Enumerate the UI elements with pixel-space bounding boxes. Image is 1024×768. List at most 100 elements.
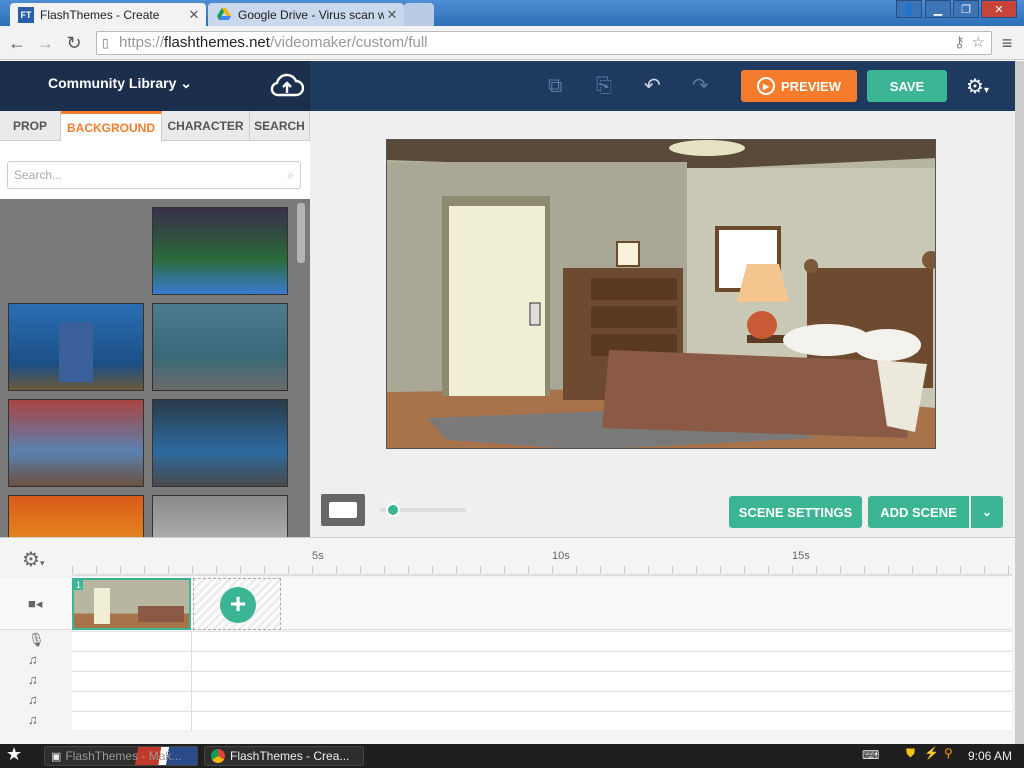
browser-window: FT FlashThemes - Create ✕ Google Drive -… [0,0,1024,768]
taskbar-item-flashthemes-maker[interactable]: ▣ FlashThemes - Mak... [44,746,198,766]
timeline-divider [191,631,192,731]
chevron-down-icon: ⌄ [180,75,192,91]
add-scene-label: ADD SCENE [880,504,957,520]
page-icon: ▯ [102,36,109,50]
restore-button[interactable]: ❐ [953,0,979,18]
network-icon[interactable]: ⚡ [924,746,939,760]
reload-icon[interactable]: ↻ [63,32,85,54]
close-tab-icon[interactable]: ✕ [186,7,202,23]
search-placeholder: Search... [14,168,63,182]
ruler-tick-label: 15s [792,550,810,562]
redo-icon[interactable]: ↷ [692,73,709,98]
scene-thumbnail[interactable]: 1 [72,578,191,630]
music-note-icon: ♫ [28,652,38,667]
search-input[interactable]: Search... ⌕ [7,161,301,189]
add-scene-slot[interactable]: + [193,578,281,630]
key-icon[interactable]: ⚷ [954,32,965,54]
url-path: /videomaker/custom/full [269,34,428,51]
copy-icon[interactable]: ⧉ [548,75,562,98]
scene-canvas[interactable] [386,139,936,449]
tab-google-drive[interactable]: Google Drive - Virus scan wa ✕ [208,3,404,26]
library-label: Community Library [48,75,177,91]
music-note-icon: ♫ [28,712,38,727]
flashthemes-favicon-icon: FT [18,6,34,23]
background-thumbnail[interactable] [152,207,288,295]
chevron-down-icon: ⌄ [981,505,993,519]
navigation-bar: ← → ↻ ▯ https://flashthemes.net/videomak… [0,26,1024,60]
address-bar[interactable]: ▯ https://flashthemes.net/videomaker/cus… [96,31,992,55]
settings-gear-icon[interactable]: ⚙▾ [966,74,989,99]
user-icon[interactable]: 👤 [896,0,922,18]
music-note-icon: ♫ [28,672,38,687]
url-scheme: https:// [119,34,165,51]
play-circle-icon: ▶ [757,77,776,95]
window-edge [1015,61,1024,744]
start-star-icon[interactable]: ★ [6,744,22,765]
voice-track[interactable] [72,631,1012,650]
background-thumbnail[interactable] [8,495,144,537]
zoom-slider-handle[interactable] [386,503,400,517]
zoom-slider[interactable] [380,503,466,517]
tab-title: Google Drive - Virus scan wa [238,7,384,22]
preview-label: PREVIEW [781,78,841,94]
background-thumbnail[interactable] [8,399,144,487]
clock[interactable]: 9:06 AM [968,749,1012,763]
background-thumbnail[interactable] [152,303,288,391]
tab-flashthemes-create[interactable]: FT FlashThemes - Create ✕ [10,3,206,26]
swatch-inner [329,502,357,518]
chrome-icon [211,749,225,763]
add-scene-dropdown[interactable]: ⌄ [971,496,1003,528]
add-scene-button[interactable]: ADD SCENE [868,496,969,528]
save-button[interactable]: SAVE [867,70,947,102]
scene-color-swatch[interactable] [321,494,365,526]
url-host: flashthemes.net [164,34,270,51]
menu-icon[interactable]: ≡ [996,32,1018,54]
library-dropdown[interactable]: Community Library ⌄ [48,75,192,92]
music-note-icon: ♫ [28,692,38,707]
undo-icon[interactable]: ↶ [644,73,661,98]
background-thumbnail[interactable] [152,495,288,537]
back-icon[interactable]: ← [6,32,28,54]
search-tray-icon[interactable]: ⚲ [944,746,953,760]
music-track[interactable] [72,711,1012,730]
asset-panel: PROP BACKGROUND CHARACTER SEARCH Search.… [0,111,310,537]
timeline: ⚙▾ 5s 10s 15s ■◂ 1 + 🎙 ♫ ♫ ♫ ♫ [0,537,1015,744]
background-thumbnail[interactable] [8,303,144,391]
library-header: Community Library ⌄ [0,61,310,111]
tiki-house-shape [59,322,93,382]
tab-title: FlashThemes - Create [40,7,160,22]
bed-shape [138,606,184,622]
scene-number: 1 [74,580,84,590]
close-window-button[interactable]: ✕ [981,0,1017,18]
taskbar: ★ ▣ FlashThemes - Mak... FlashThemes - C… [0,744,1024,768]
timeline-settings-gear-icon[interactable]: ⚙▾ [22,547,44,572]
door-shape [94,588,110,624]
music-track[interactable] [72,671,1012,690]
background-thumbnail[interactable] [152,399,288,487]
music-track[interactable] [72,691,1012,710]
scene-settings-button[interactable]: SCENE SETTINGS [729,496,862,528]
shield-icon[interactable]: ⛊ [906,746,915,761]
new-tab-button[interactable] [404,3,434,26]
tab-prop[interactable]: PROP [0,111,61,141]
taskbar-item-label: FlashThemes - Mak... [65,749,182,763]
scrollbar[interactable] [297,203,305,263]
tab-background[interactable]: BACKGROUND [61,111,162,142]
music-track[interactable] [72,651,1012,670]
tab-character[interactable]: CHARACTER [162,111,250,141]
paste-icon[interactable]: ⎘ [596,75,612,98]
preview-button[interactable]: ▶ PREVIEW [741,70,857,102]
search-icon: ⌕ [287,168,294,182]
tab-search[interactable]: SEARCH [250,111,310,141]
add-scene-plus-icon[interactable]: + [220,587,256,623]
tab-strip: FT FlashThemes - Create ✕ Google Drive -… [0,0,1024,26]
minimize-button[interactable]: ▁ [925,0,951,18]
background-thumbnail-grid [0,199,310,537]
drive-icon [216,7,232,23]
bookmark-star-icon[interactable]: ☆ [972,32,985,54]
forward-icon[interactable]: → [34,32,56,54]
taskbar-item-flashthemes-create[interactable]: FlashThemes - Crea... [204,746,364,766]
keyboard-icon[interactable]: ⌨ [862,748,879,762]
close-tab-icon[interactable]: ✕ [384,7,400,23]
upload-cloud-icon[interactable] [270,71,305,104]
